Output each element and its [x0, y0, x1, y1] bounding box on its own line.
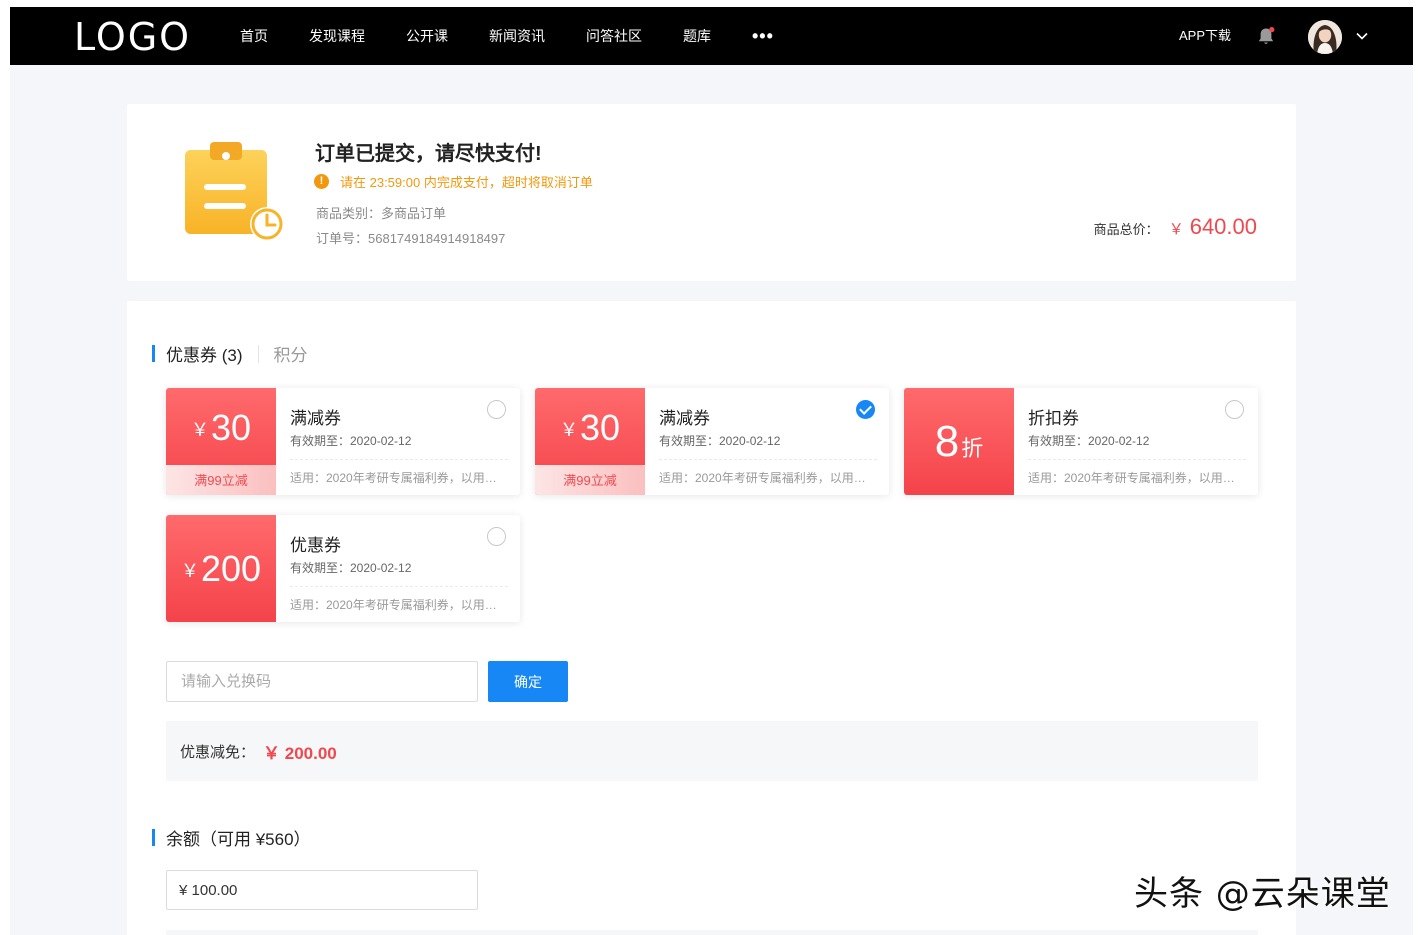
coupon-card[interactable]: 8折 折扣券 有效期至：2020-02-12 适用：2020年考研专属福利券，以… — [904, 388, 1258, 495]
coupon-radio[interactable] — [487, 400, 506, 419]
warning-icon: ! — [314, 174, 329, 189]
tab-points[interactable]: 积分 — [274, 341, 308, 366]
coupon-scope: 适用：2020年考研专属福利券，以用于考研课程 — [659, 471, 871, 485]
coupon-name: 优惠券 — [290, 536, 341, 555]
coupon-condition: 满99立减 — [535, 465, 645, 495]
nav-item-courses[interactable]: 发现课程 — [309, 7, 365, 65]
coupon-amount: ￥200 — [166, 549, 276, 591]
coupon-expiry: 有效期至：2020-02-12 — [659, 434, 781, 448]
coupon-amount-value: 30 — [579, 407, 621, 448]
coupon-name: 满减券 — [290, 409, 341, 428]
total-price: ￥ 640.00 — [1169, 214, 1257, 240]
top-navbar: LOGO 首页 发现课程 公开课 新闻资讯 问答社区 题库 ••• APP下载 — [10, 7, 1413, 65]
coupon-scope: 适用：2020年考研专属福利券，以用于考研课程 — [290, 598, 502, 612]
redeem-confirm-button[interactable]: 确定 — [488, 661, 568, 702]
nav-item-news[interactable]: 新闻资讯 — [489, 7, 545, 65]
nav-item-question-bank[interactable]: 题库 — [683, 7, 711, 65]
coupon-amount-value: 30 — [210, 407, 252, 448]
currency-symbol: ￥ — [1168, 221, 1184, 238]
coupon-amount: ￥30 — [535, 408, 645, 450]
order-number: 订单号：5681749184914918497 — [316, 231, 506, 246]
chevron-down-icon[interactable] — [1355, 29, 1369, 43]
order-category: 商品类别：多商品订单 — [316, 206, 447, 221]
coupon-discount: 8折 — [904, 418, 1014, 473]
balance-title: 余额（可用 ¥560） — [166, 830, 311, 849]
coupon-condition: 满99立减 — [166, 465, 276, 495]
coupon-expiry: 有效期至：2020-02-12 — [1028, 434, 1150, 448]
order-summary-card: 订单已提交，请尽快支付! ! 请在 23:59:00 内完成支付，超时将取消订单… — [127, 104, 1296, 281]
app-download-link[interactable]: APP下载 — [1179, 7, 1231, 65]
page: LOGO 首页 发现课程 公开课 新闻资讯 问答社区 题库 ••• APP下载 — [10, 7, 1413, 935]
coupon-card[interactable]: ￥200 优惠券 有效期至：2020-02-12 适用：2020年考研专属福利券… — [166, 515, 520, 622]
balance-amount-input[interactable] — [166, 870, 478, 910]
nav-item-home[interactable]: 首页 — [240, 7, 268, 65]
coupon-divider — [290, 459, 508, 460]
coupon-value-panel: ￥200 — [166, 515, 276, 622]
coupon-divider — [290, 586, 508, 587]
coupon-divider — [659, 459, 877, 460]
coupon-radio[interactable] — [1225, 400, 1244, 419]
coupon-card[interactable]: ￥30 满99立减 满减券 有效期至：2020-02-12 适用：2020年考研… — [535, 388, 889, 495]
coupon-amount-value: 200 — [200, 548, 262, 589]
coupon-section-header: 优惠券 (3) 积分 — [152, 341, 308, 366]
nav-item-qa[interactable]: 问答社区 — [586, 7, 642, 65]
coupon-divider — [1028, 459, 1246, 460]
coupon-radio-checked-icon[interactable] — [856, 400, 875, 419]
avatar-image — [1308, 20, 1342, 54]
coupon-serrated-edge — [166, 515, 168, 622]
coupon-serrated-edge — [904, 388, 906, 495]
section-accent-bar — [152, 829, 155, 846]
coupon-discount-value: 8 — [934, 417, 960, 466]
tab-coupons[interactable]: 优惠券 (3) — [166, 341, 243, 366]
coupon-value-panel: ￥30 满99立减 — [166, 388, 276, 495]
more-icon[interactable]: ••• — [752, 7, 774, 65]
coupon-discount-unit: 折 — [961, 436, 984, 461]
coupon-amount: ￥30 — [166, 408, 276, 450]
order-total: 商品总价： ￥ 640.00 — [1094, 214, 1257, 240]
currency-symbol: ￥ — [190, 420, 209, 440]
coupon-scope: 适用：2020年考研专属福利券，以用于考研课程 — [290, 471, 502, 485]
currency-symbol: ￥ — [180, 561, 199, 581]
coupon-card[interactable]: ￥30 满99立减 满减券 有效期至：2020-02-12 适用：2020年考研… — [166, 388, 520, 495]
redeem-code-input[interactable] — [166, 661, 478, 702]
coupon-serrated-edge — [166, 388, 168, 495]
coupon-serrated-edge — [535, 388, 537, 495]
coupon-scope: 适用：2020年考研专属福利券，以用于考研课程 — [1028, 471, 1240, 485]
discount-amount: ￥ 200.00 — [263, 743, 337, 763]
section-accent-bar — [152, 345, 155, 362]
watermark: 头条 @云朵课堂 — [1134, 874, 1391, 914]
coupon-name: 折扣券 — [1028, 409, 1079, 428]
coupon-expiry: 有效期至：2020-02-12 — [290, 561, 412, 575]
payment-deadline-text: 请在 23:59:00 内完成支付，超时将取消订单 — [340, 175, 593, 190]
logo[interactable]: LOGO — [74, 17, 191, 57]
bell-icon[interactable] — [1257, 27, 1275, 47]
nav-menu: 首页 发现课程 公开课 新闻资讯 问答社区 题库 ••• — [240, 7, 774, 65]
payment-deadline-notice: ! 请在 23:59:00 内完成支付，超时将取消订单 — [314, 172, 593, 191]
payment-options-card: 优惠券 (3) 积分 ￥30 满99立减 满减券 有效期至：2020-02-12… — [127, 301, 1296, 935]
order-title: 订单已提交，请尽快支付! — [315, 143, 542, 165]
coupon-radio[interactable] — [487, 527, 506, 546]
clipboard-clock-icon — [185, 142, 284, 241]
total-label: 商品总价： — [1093, 222, 1159, 237]
tab-divider — [257, 344, 259, 363]
coupon-value-panel: ￥30 满99立减 — [535, 388, 645, 495]
balance-summary — [166, 930, 1258, 935]
nav-item-open-class[interactable]: 公开课 — [406, 7, 448, 65]
coupon-expiry: 有效期至：2020-02-12 — [290, 434, 412, 448]
discount-summary: 优惠减免： ￥ 200.00 — [166, 721, 1258, 781]
coupon-value-panel: 8折 — [904, 388, 1014, 495]
currency-symbol: ￥ — [559, 420, 578, 440]
discount-label: 优惠减免： — [180, 743, 256, 761]
avatar[interactable] — [1308, 20, 1342, 54]
balance-section-header: 余额（可用 ¥560） — [152, 825, 311, 850]
total-amount: 640.00 — [1189, 214, 1257, 239]
coupon-name: 满减券 — [659, 409, 710, 428]
